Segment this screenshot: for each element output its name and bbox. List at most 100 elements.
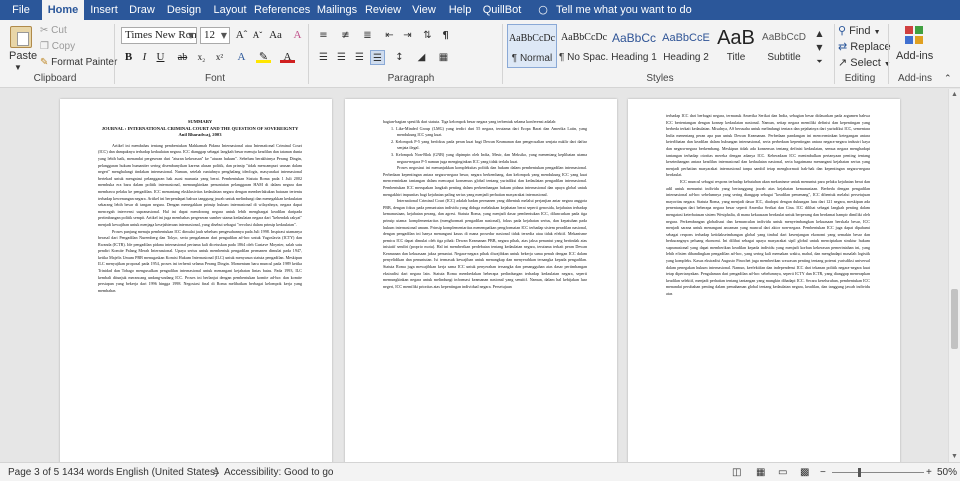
- tab-mailings[interactable]: Mailings: [314, 0, 360, 20]
- divider: [114, 24, 115, 84]
- accessibility-icon: ♙: [212, 467, 221, 477]
- vertical-scrollbar[interactable]: ▲ ▼: [948, 89, 960, 462]
- chevron-down-icon: ▼: [187, 31, 194, 40]
- paragraph-group-label: Paragraph: [387, 73, 435, 84]
- shading-icon[interactable]: ◢: [414, 50, 429, 65]
- font-size-select[interactable]: 12 ▼: [200, 27, 230, 44]
- zoom-out-button[interactable]: −: [820, 463, 826, 481]
- decrease-indent-icon[interactable]: ⇤: [382, 28, 397, 43]
- paragraph: Proses negosiasi ini menunjukkan komplek…: [383, 165, 587, 197]
- tab-file[interactable]: File: [0, 0, 42, 20]
- style-heading-2[interactable]: AaBbCcE Heading 2: [661, 24, 711, 68]
- bullets-icon[interactable]: ≡: [316, 28, 331, 43]
- tab-home[interactable]: Home: [42, 0, 84, 20]
- align-center-icon[interactable]: ☰: [334, 50, 349, 65]
- print-layout-icon[interactable]: ▭: [778, 463, 787, 481]
- style-no-spacing[interactable]: AaBbCcDc ¶ No Spac...: [559, 24, 609, 68]
- zoom-slider-thumb[interactable]: [858, 468, 861, 477]
- align-right-icon[interactable]: ☰: [352, 50, 367, 65]
- styles-more-icon[interactable]: ⏷: [812, 54, 827, 69]
- subscript-button[interactable]: x₂: [194, 50, 209, 65]
- focus-icon[interactable]: ◫: [732, 463, 741, 481]
- web-layout-icon[interactable]: ▩: [800, 463, 809, 481]
- zoom-in-button[interactable]: +: [926, 463, 932, 481]
- ribbon-home: Paste ▼ ✂ Cut ❐ Copy ✎ Format Painter Cl…: [0, 20, 960, 88]
- grow-font-button[interactable]: Aˆ: [234, 28, 249, 43]
- style-normal[interactable]: AaBbCcDc ¶ Normal: [507, 24, 557, 68]
- shrink-font-button[interactable]: Aˇ: [250, 28, 265, 43]
- word-count[interactable]: 1434 words: [62, 463, 114, 481]
- tab-design[interactable]: Design: [163, 0, 205, 20]
- font-color-button[interactable]: A: [280, 50, 295, 63]
- paste-button[interactable]: Paste: [9, 50, 37, 62]
- zoom-slider[interactable]: [832, 472, 924, 473]
- sort-icon[interactable]: ⇅: [420, 28, 435, 43]
- highlight-button[interactable]: ✎: [256, 50, 271, 63]
- lightbulb-icon: ○: [538, 3, 548, 16]
- align-left-icon[interactable]: ☰: [316, 50, 331, 65]
- cut-button[interactable]: ✂ Cut: [40, 25, 67, 37]
- tell-me-search[interactable]: Tell me what you want to do: [556, 0, 692, 20]
- font-name-select[interactable]: Times New Roma ▼: [121, 27, 197, 44]
- language-status[interactable]: English (United States): [116, 463, 218, 481]
- numbering-icon[interactable]: ≢: [338, 28, 353, 43]
- strikethrough-button[interactable]: ab: [175, 50, 190, 65]
- paintbrush-icon: ✎: [40, 57, 52, 68]
- show-marks-icon[interactable]: ¶: [438, 28, 453, 43]
- tab-quillbot[interactable]: QuillBot: [480, 0, 524, 20]
- tab-help[interactable]: Help: [446, 0, 474, 20]
- scrollbar-thumb[interactable]: [951, 289, 958, 349]
- divider: [502, 24, 503, 84]
- justify-icon[interactable]: ☰: [370, 50, 385, 65]
- addins-icon[interactable]: [905, 26, 925, 46]
- list-item: 2. Kelompok P-5 yang berfokus pada peran…: [391, 138, 587, 151]
- author-line: Anil Bharadwaj, 2003: [178, 132, 222, 138]
- page-3[interactable]: terhadap ICC dari berbagai negara, terma…: [628, 99, 900, 462]
- tab-insert[interactable]: Insert: [86, 0, 122, 20]
- page-count[interactable]: Page 3 of 5: [8, 463, 59, 481]
- borders-icon[interactable]: ▦: [436, 50, 451, 65]
- paragraph: Artikel ini membahas tentang pembentukan…: [98, 142, 302, 227]
- clear-formatting-button[interactable]: A: [290, 28, 305, 43]
- scroll-down-icon[interactable]: ▼: [951, 453, 958, 460]
- line-spacing-icon[interactable]: ↕: [392, 50, 407, 65]
- tab-view[interactable]: View: [408, 0, 440, 20]
- clipboard-group-label: Clipboard: [33, 73, 77, 84]
- collapse-ribbon-icon[interactable]: ⌃: [944, 72, 952, 84]
- styles-scroll-up-icon[interactable]: ▲: [812, 26, 827, 41]
- tab-review[interactable]: Review: [363, 0, 403, 20]
- style-title[interactable]: AaB Title: [711, 24, 761, 68]
- editing-group-label: Editing: [844, 73, 876, 84]
- scroll-up-icon[interactable]: ▲: [951, 91, 958, 98]
- superscript-button[interactable]: x²: [212, 50, 227, 65]
- styles-group-label: Styles: [646, 73, 674, 84]
- bold-button[interactable]: B: [121, 50, 136, 65]
- styles-scroll-down-icon[interactable]: ▼: [812, 40, 827, 55]
- addins-button[interactable]: Add-ins: [896, 50, 933, 62]
- select-button[interactable]: ↗ Select ▼: [838, 57, 891, 71]
- change-case-button[interactable]: Aa: [268, 28, 283, 43]
- underline-button[interactable]: U: [153, 50, 168, 65]
- style-heading-1[interactable]: AaBbCc Heading 1: [609, 24, 659, 68]
- copy-button[interactable]: ❐ Copy: [40, 41, 75, 53]
- page-1-text: SUMMARY JOURNAL : INTERNATIONAL CRIMINAL…: [98, 119, 302, 294]
- text-effects-button[interactable]: A: [234, 50, 249, 65]
- status-bar: Page 3 of 5 1434 words English (United S…: [0, 462, 960, 481]
- page-2[interactable]: bagian-bagian spesifik dari statuta. Tig…: [345, 99, 617, 462]
- italic-button[interactable]: I: [137, 50, 152, 65]
- tab-references[interactable]: References: [254, 0, 310, 20]
- tab-layout[interactable]: Layout: [210, 0, 250, 20]
- paste-icon[interactable]: [10, 26, 32, 48]
- style-subtitle[interactable]: AaBbCcD Subtitle: [759, 24, 809, 68]
- format-painter-button[interactable]: ✎ Format Painter: [40, 57, 117, 69]
- accessibility-status[interactable]: Accessibility: Good to go: [224, 463, 334, 481]
- increase-indent-icon[interactable]: ⇥: [400, 28, 415, 43]
- page-1[interactable]: SUMMARY JOURNAL : INTERNATIONAL CRIMINAL…: [60, 99, 332, 462]
- replace-button[interactable]: ⇄ Replace: [838, 41, 891, 53]
- find-button[interactable]: ⚲ Find ▼: [838, 25, 881, 39]
- read-mode-icon[interactable]: ▦: [756, 463, 765, 481]
- zoom-level[interactable]: 50%: [937, 463, 957, 481]
- multilevel-list-icon[interactable]: ≣: [360, 28, 375, 43]
- divider: [308, 24, 309, 84]
- tab-draw[interactable]: Draw: [126, 0, 158, 20]
